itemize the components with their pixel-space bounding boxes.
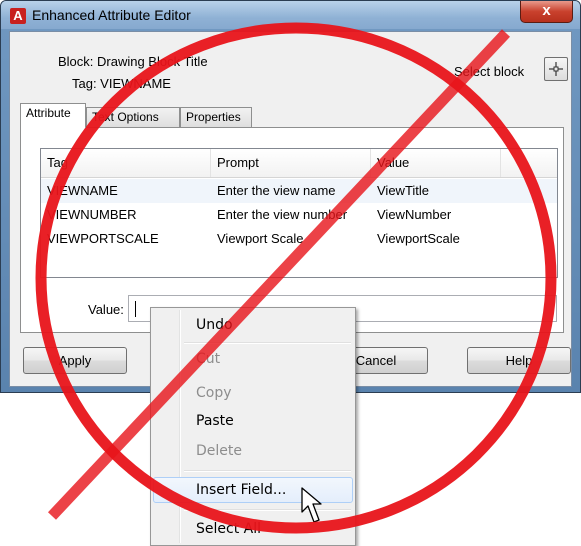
- row-tag: VIEWPORTSCALE: [47, 231, 159, 246]
- menu-item-insert-field[interactable]: Insert Field...: [153, 477, 353, 503]
- menu-item-copy[interactable]: Copy: [153, 380, 353, 406]
- tab-attribute[interactable]: Attribute: [20, 103, 86, 128]
- menu-separator: [184, 342, 351, 344]
- attribute-list[interactable]: Tag Prompt Value VIEWNAME Enter the view…: [40, 148, 558, 278]
- menu-separator: [184, 509, 351, 511]
- menu-item-cut[interactable]: Cut: [153, 346, 353, 372]
- menu-item-paste[interactable]: Paste: [153, 408, 353, 434]
- column-header-tag[interactable]: Tag: [41, 149, 211, 177]
- menu-item-select-all[interactable]: Select All: [153, 516, 353, 542]
- select-block-label: Select block: [454, 64, 525, 79]
- row-value: ViewportScale: [377, 231, 460, 246]
- menu-item-undo[interactable]: Undo: [153, 312, 353, 338]
- block-name-label: Block: Drawing Block Title: [58, 54, 208, 69]
- crosshair-icon: [549, 62, 563, 76]
- text-caret: [135, 301, 136, 317]
- table-row[interactable]: VIEWNAME Enter the view name ViewTitle: [41, 179, 557, 203]
- row-prompt: Enter the view number: [217, 207, 348, 222]
- close-button[interactable]: x: [520, 1, 573, 23]
- select-block-button[interactable]: [544, 57, 568, 81]
- context-menu: Undo Cut Copy Paste Delete Insert Field.…: [150, 307, 356, 546]
- app-icon: A: [10, 8, 26, 24]
- row-prompt: Enter the view name: [217, 183, 336, 198]
- list-header: Tag Prompt Value: [41, 149, 557, 178]
- apply-button[interactable]: Apply: [23, 347, 127, 374]
- menu-separator: [184, 470, 351, 472]
- row-tag: VIEWNAME: [47, 183, 118, 198]
- value-label: Value:: [88, 302, 124, 317]
- menu-item-delete[interactable]: Delete: [153, 438, 353, 464]
- tab-text-options[interactable]: Text Options: [86, 107, 180, 127]
- column-header-value[interactable]: Value: [371, 149, 501, 177]
- row-value: ViewNumber: [377, 207, 452, 222]
- table-row[interactable]: VIEWNUMBER Enter the view number ViewNum…: [41, 203, 557, 227]
- tab-properties[interactable]: Properties: [180, 107, 252, 127]
- column-header-prompt[interactable]: Prompt: [211, 149, 371, 177]
- table-row[interactable]: VIEWPORTSCALE Viewport Scale ViewportSca…: [41, 227, 557, 251]
- help-button[interactable]: Help: [467, 347, 571, 374]
- window-title: Enhanced Attribute Editor: [32, 7, 191, 23]
- row-tag: VIEWNUMBER: [47, 207, 137, 222]
- tag-name-label: Tag: VIEWNAME: [72, 76, 171, 91]
- title-bar[interactable]: A Enhanced Attribute Editor x: [1, 1, 580, 29]
- row-prompt: Viewport Scale: [217, 231, 304, 246]
- row-value: ViewTitle: [377, 183, 430, 198]
